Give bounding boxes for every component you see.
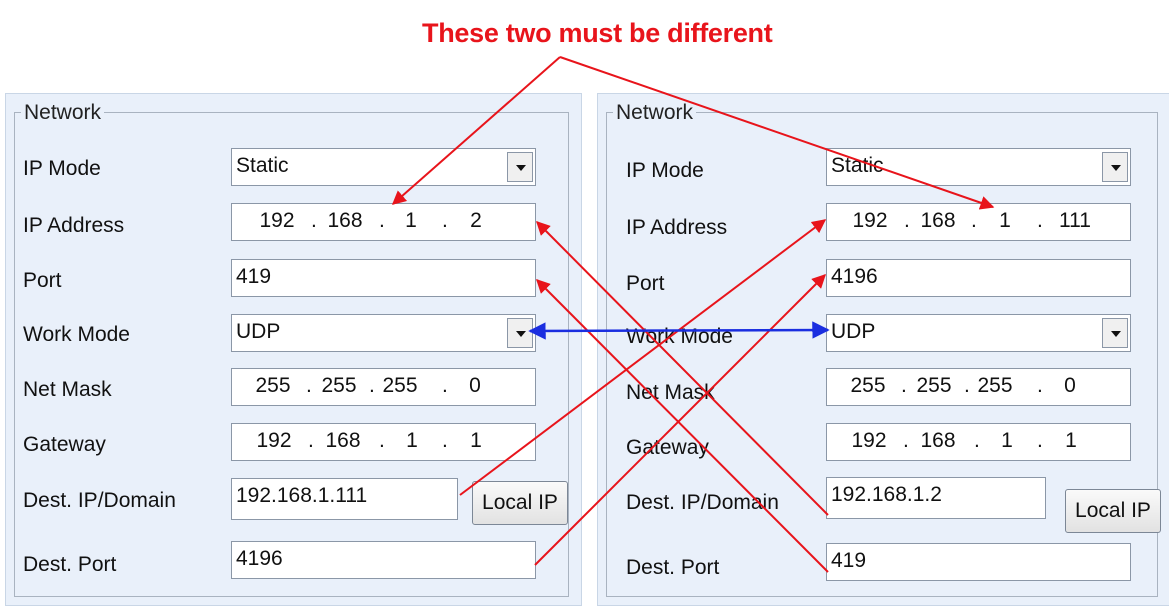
local-ip-button[interactable]: Local IP	[472, 481, 568, 525]
gateway-label: Gateway	[23, 433, 106, 456]
mask-octet-3[interactable]: 255	[970, 374, 1020, 398]
ip-octet-4[interactable]: 111	[1050, 209, 1100, 233]
ip-mode-select[interactable]: Static	[826, 148, 1131, 186]
gateway-octet-1[interactable]: 192	[844, 429, 894, 453]
ip-dot: .	[379, 209, 385, 232]
work-mode-value: UDP	[831, 320, 876, 343]
gateway-octet-2[interactable]: 168	[913, 429, 963, 453]
chevron-down-icon[interactable]	[507, 152, 533, 182]
ip-dot: .	[971, 209, 977, 232]
ip-octet-4[interactable]: 2	[451, 209, 501, 233]
ip-octet-3[interactable]: 1	[980, 209, 1030, 233]
dest-port-input[interactable]: 4196	[231, 541, 536, 579]
gateway-octet-3[interactable]: 1	[387, 429, 437, 453]
dest-port-input[interactable]: 419	[826, 543, 1131, 581]
port-value: 419	[236, 265, 272, 288]
work-mode-label: Work Mode	[626, 325, 733, 348]
ip-dot: .	[1037, 429, 1043, 452]
ip-dot: .	[306, 374, 312, 397]
net-mask-label: Net Mask	[23, 378, 112, 401]
work-mode-select[interactable]: UDP	[231, 314, 536, 352]
work-mode-label: Work Mode	[23, 323, 130, 346]
gateway-octet-4[interactable]: 1	[451, 429, 501, 453]
chevron-down-icon[interactable]	[507, 318, 533, 348]
gateway-octet-1[interactable]: 192	[249, 429, 299, 453]
ip-dot: .	[442, 209, 448, 232]
work-mode-value: UDP	[236, 320, 281, 343]
ip-dot: .	[442, 374, 448, 397]
gateway-label: Gateway	[626, 436, 709, 459]
dest-ip-value: 192.168.1.111	[236, 484, 368, 507]
ip-mode-label: IP Mode	[626, 159, 704, 182]
ip-address-label: IP Address	[626, 216, 728, 239]
ip-dot: .	[1037, 374, 1043, 397]
ip-mode-select[interactable]: Static	[231, 148, 536, 186]
net-mask-field[interactable]: 255 . 255 . 255 . 0	[826, 368, 1131, 406]
gateway-octet-3[interactable]: 1	[982, 429, 1032, 453]
ip-mode-value: Static	[831, 154, 884, 177]
ip-dot: .	[901, 374, 907, 397]
dest-ip-label: Dest. IP/Domain	[23, 489, 176, 512]
ip-address-field[interactable]: 192 . 168 . 1 . 2	[231, 203, 536, 241]
ip-dot: .	[903, 429, 909, 452]
gateway-field[interactable]: 192 . 168 . 1 . 1	[231, 423, 536, 461]
gateway-octet-2[interactable]: 168	[318, 429, 368, 453]
local-ip-button[interactable]: Local IP	[1065, 489, 1161, 533]
port-label: Port	[626, 272, 665, 295]
gateway-field[interactable]: 192 . 168 . 1 . 1	[826, 423, 1131, 461]
ip-dot: .	[311, 209, 317, 232]
mask-octet-4[interactable]: 0	[450, 374, 500, 398]
ip-dot: .	[904, 209, 910, 232]
dest-ip-input[interactable]: 192.168.1.111	[231, 478, 458, 520]
annotation-title: These two must be different	[422, 18, 773, 48]
ip-dot: .	[308, 429, 314, 452]
port-input[interactable]: 419	[231, 259, 536, 297]
chevron-down-icon[interactable]	[1102, 152, 1128, 182]
ip-address-field[interactable]: 192 . 168 . 1 . 111	[826, 203, 1131, 241]
ip-octet-3[interactable]: 1	[386, 209, 436, 233]
ip-dot: .	[964, 374, 970, 397]
network-legend: Network	[613, 102, 697, 124]
net-mask-label: Net Mask	[626, 381, 715, 404]
network-panel-left: Network IP Mode Static IP Address 192 . …	[5, 93, 582, 606]
mask-octet-2[interactable]: 255	[909, 374, 959, 398]
dest-ip-label: Dest. IP/Domain	[626, 491, 779, 514]
dest-port-label: Dest. Port	[23, 553, 117, 576]
work-mode-select[interactable]: UDP	[826, 314, 1131, 352]
chevron-down-icon[interactable]	[1102, 318, 1128, 348]
dest-ip-input[interactable]: 192.168.1.2	[826, 477, 1046, 519]
ip-octet-2[interactable]: 168	[320, 209, 370, 233]
port-value: 4196	[831, 265, 878, 288]
mask-octet-3[interactable]: 255	[375, 374, 425, 398]
ip-octet-1[interactable]: 192	[252, 209, 302, 233]
network-panel-right: Network IP Mode Static IP Address 192 . …	[597, 93, 1169, 606]
dest-port-label: Dest. Port	[626, 556, 720, 579]
ip-dot: .	[379, 429, 385, 452]
ip-dot: .	[369, 374, 375, 397]
ip-dot: .	[1037, 209, 1043, 232]
ip-mode-label: IP Mode	[23, 157, 101, 180]
port-input[interactable]: 4196	[826, 259, 1131, 297]
dest-port-value: 4196	[236, 547, 283, 570]
gateway-octet-4[interactable]: 1	[1046, 429, 1096, 453]
ip-octet-2[interactable]: 168	[913, 209, 963, 233]
mask-octet-1[interactable]: 255	[843, 374, 893, 398]
port-label: Port	[23, 269, 62, 292]
ip-dot: .	[974, 429, 980, 452]
ip-dot: .	[442, 429, 448, 452]
mask-octet-4[interactable]: 0	[1045, 374, 1095, 398]
mask-octet-1[interactable]: 255	[248, 374, 298, 398]
ip-octet-1[interactable]: 192	[845, 209, 895, 233]
mask-octet-2[interactable]: 255	[314, 374, 364, 398]
ip-mode-value: Static	[236, 154, 289, 177]
dest-port-value: 419	[831, 549, 867, 572]
net-mask-field[interactable]: 255 . 255 . 255 . 0	[231, 368, 536, 406]
ip-address-label: IP Address	[23, 214, 125, 237]
network-legend: Network	[21, 102, 105, 124]
dest-ip-value: 192.168.1.2	[831, 483, 942, 506]
